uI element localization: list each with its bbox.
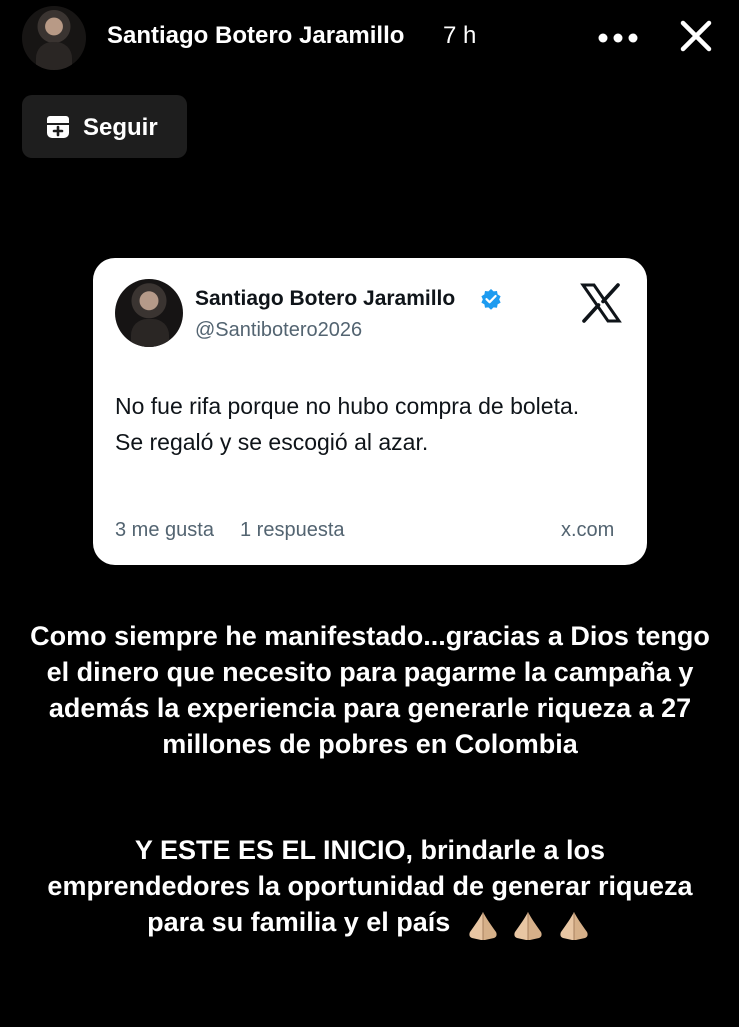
- praying-hands-icon: [514, 911, 542, 940]
- profile-avatar[interactable]: [22, 6, 86, 70]
- caption-paragraph-1: Como siempre he manifestado...gracias a …: [30, 618, 710, 762]
- praying-hands-icon: [469, 911, 497, 940]
- follow-label: Seguir: [83, 114, 158, 141]
- verified-badge-icon: [481, 289, 501, 310]
- x-logo-icon[interactable]: [580, 283, 622, 323]
- close-icon[interactable]: [676, 16, 716, 56]
- follow-button[interactable]: Seguir: [22, 95, 187, 158]
- profile-name[interactable]: Santiago Botero Jaramillo: [107, 22, 404, 50]
- tweet-text: No fue rifa porque no hubo compra de bol…: [115, 393, 580, 455]
- tweet-card[interactable]: Santiago Botero Jaramillo @Santibotero20…: [93, 258, 647, 565]
- follow-icon: [47, 116, 69, 138]
- story-header: Santiago Botero Jaramillo 7 h: [0, 0, 739, 80]
- story-time: 7 h: [443, 22, 477, 49]
- tweet-likes-count: 3 me gusta: [115, 519, 214, 541]
- more-horizontal-icon[interactable]: [597, 26, 639, 50]
- tweet-avatar: [115, 279, 183, 347]
- tweet-replies-count: 1 respuesta: [240, 519, 345, 541]
- caption-text-1: Como siempre he manifestado...gracias a …: [30, 621, 710, 759]
- tweet-author-handle: @Santibotero2026: [195, 319, 363, 341]
- caption-text-2: Y ESTE ES EL INICIO, brindarle a los emp…: [47, 835, 693, 937]
- tweet-author-name: Santiago Botero Jaramillo: [195, 287, 456, 310]
- praying-hands-group: [464, 906, 593, 942]
- praying-hands-icon: [560, 911, 588, 940]
- caption-paragraph-2: Y ESTE ES EL INICIO, brindarle a los emp…: [30, 832, 710, 942]
- tweet-source-link[interactable]: x.com: [561, 519, 614, 542]
